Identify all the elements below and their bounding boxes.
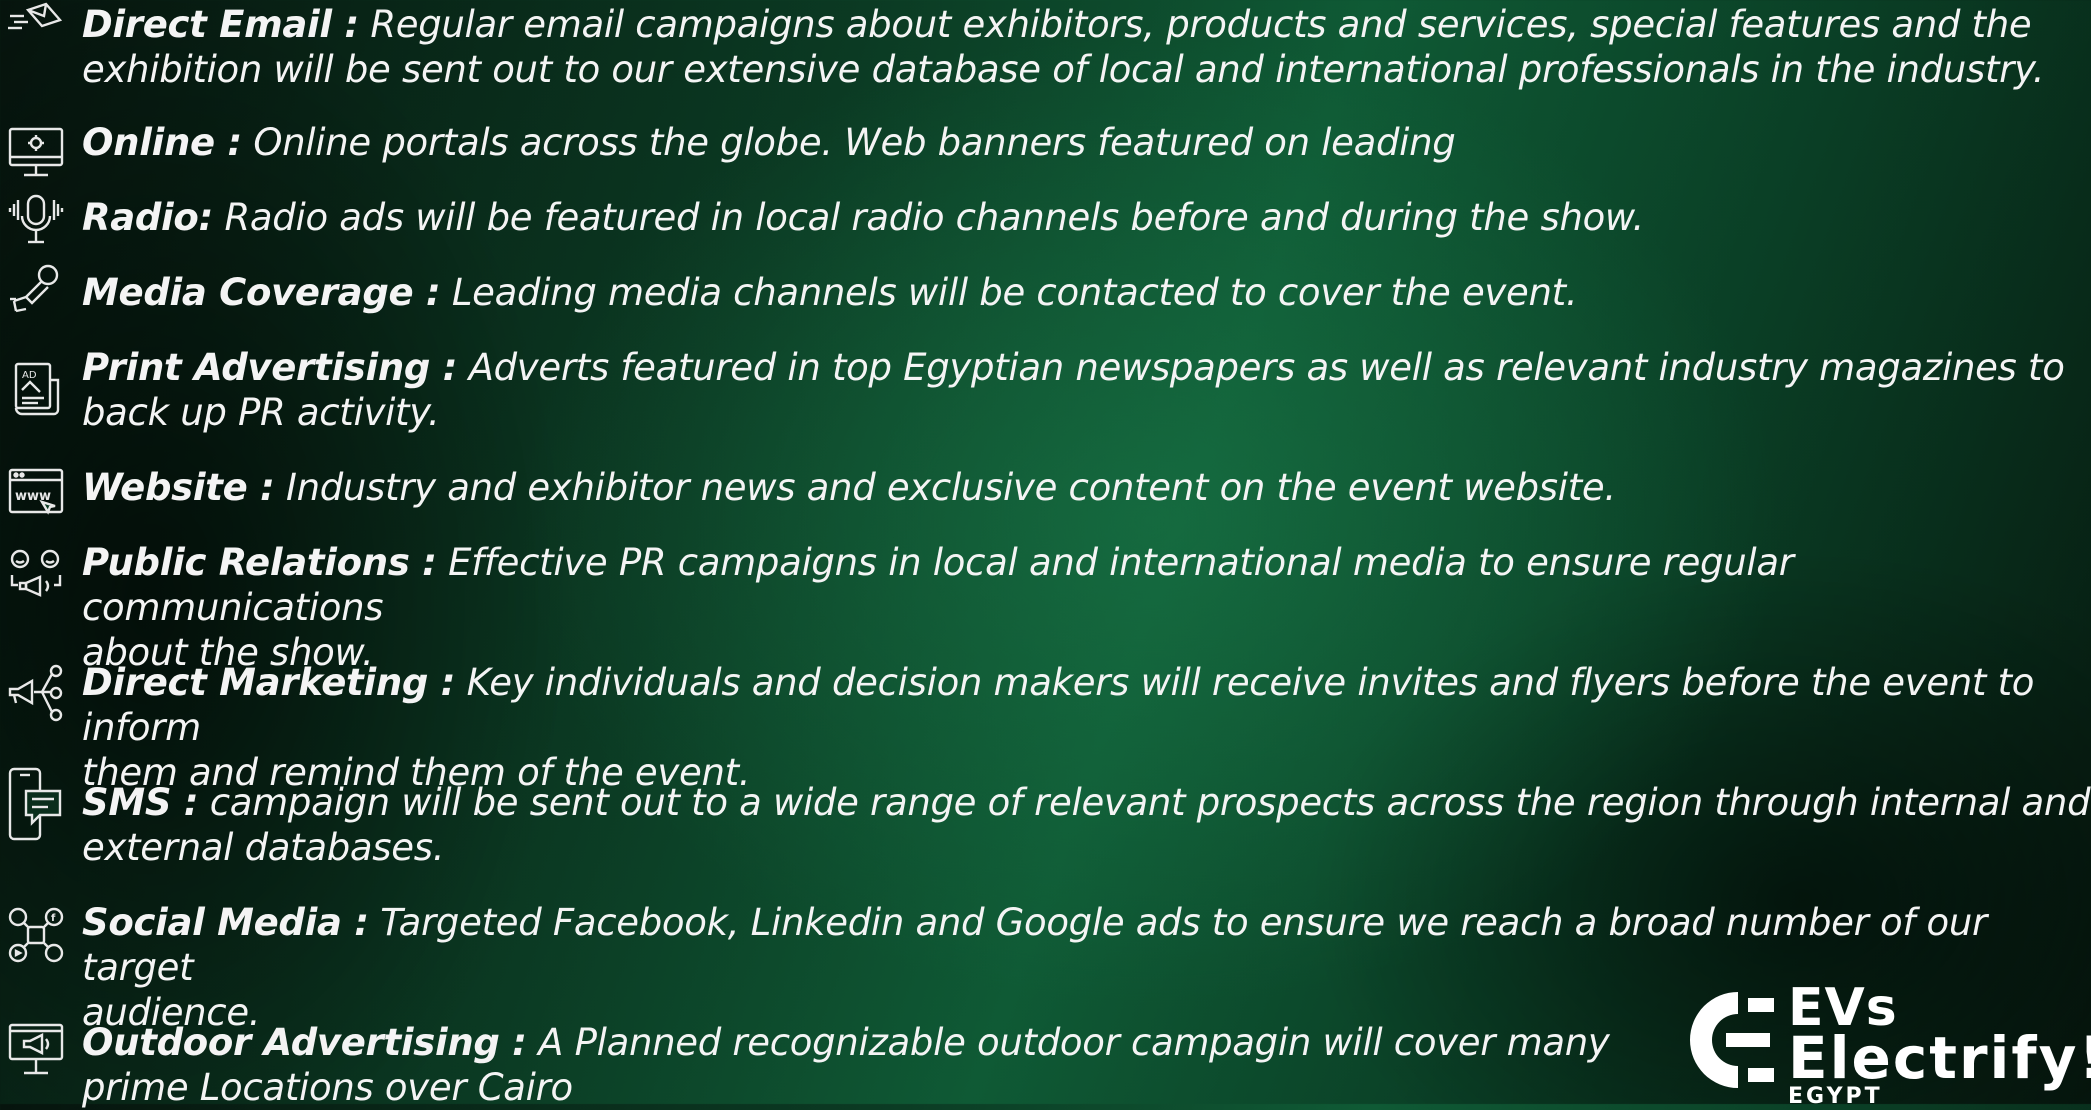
megaphone-network-icon: [6, 663, 66, 723]
item-label: Direct Marketing :: [82, 661, 456, 704]
svg-text:www: www: [15, 489, 51, 504]
svg-text:AD: AD: [22, 370, 37, 381]
evs-electrify-logo: EVs Electrify! EGYPT: [1686, 978, 2091, 1109]
item-label: Public Relations :: [82, 541, 437, 584]
billboard-megaphone-icon: [6, 1019, 66, 1079]
item-label: Media Coverage :: [82, 271, 441, 314]
item-text-line2: back up PR activity.: [82, 391, 440, 434]
item-text: Regular email campaigns about exhibitors…: [358, 3, 2032, 46]
item-label: Online :: [82, 121, 242, 164]
print-ad-icon: AD: [6, 360, 66, 420]
item-text: Radio ads will be featured in local radi…: [213, 196, 1645, 239]
envelope-send-icon: [6, 0, 66, 56]
monitor-icon: [6, 123, 66, 183]
handheld-microphone-icon: [6, 261, 66, 321]
item-text: Adverts featured in top Egyptian newspap…: [457, 346, 2065, 389]
item-text: campaign will be sent out to a wide rang…: [198, 781, 2091, 824]
item-label: Outdoor Advertising :: [82, 1021, 527, 1064]
logo-text-electrify: Electrify!: [1788, 1024, 2091, 1092]
item-text-line2: exhibition will be sent out to our exten…: [82, 48, 2045, 91]
e-plug-logo-icon: [1686, 988, 1782, 1092]
item-label: Direct Email :: [82, 3, 359, 46]
item-text-line2: external databases.: [82, 826, 445, 869]
item-label: Radio:: [82, 196, 214, 239]
item-text: Leading media channels will be contacted…: [440, 271, 1578, 314]
people-megaphone-icon: [6, 547, 66, 607]
item-text: Online portals across the globe. Web ban…: [241, 121, 1456, 164]
item-text: A Planned recognizable outdoor campagin …: [526, 1021, 1610, 1064]
social-network-icon: f: [6, 905, 66, 965]
item-label: Social Media :: [82, 901, 369, 944]
www-browser-icon: www: [6, 464, 66, 524]
logo-text-egypt: EGYPT: [1788, 1084, 1883, 1109]
item-label: Print Advertising :: [82, 346, 458, 389]
item-text-line2: prime Locations over Cairo: [82, 1066, 573, 1109]
svg-text:f: f: [51, 913, 56, 924]
microphone-icon: [6, 192, 66, 252]
item-label: Website :: [82, 466, 275, 509]
item-label: SMS :: [82, 781, 199, 824]
phone-message-icon: [6, 765, 66, 841]
item-text: Industry and exhibitor news and exclusiv…: [274, 466, 1616, 509]
